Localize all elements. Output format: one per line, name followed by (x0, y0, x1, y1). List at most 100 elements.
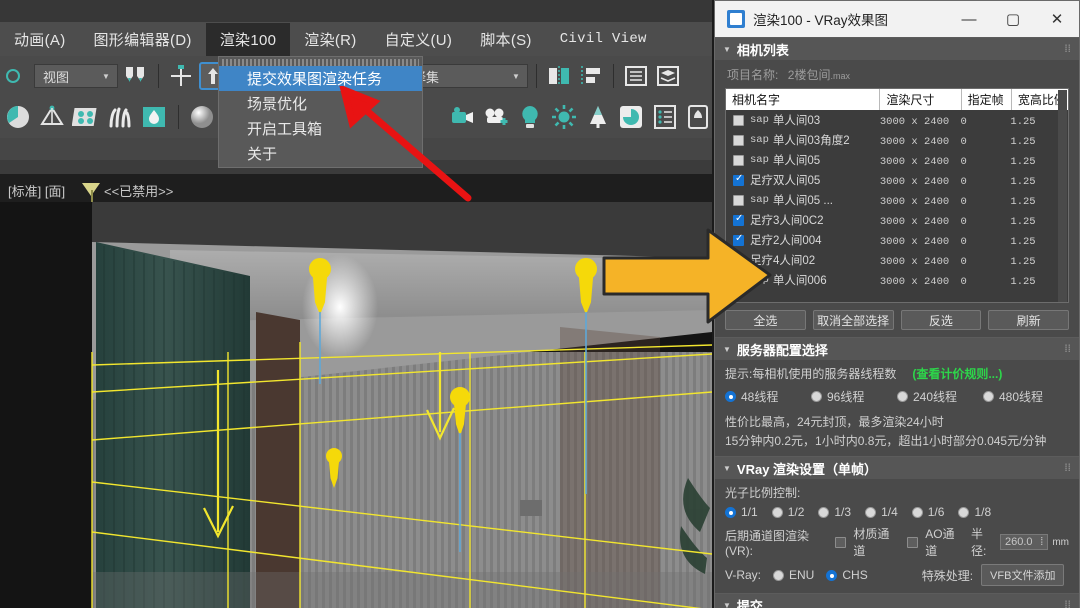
photon-radio[interactable] (725, 506, 736, 518)
photon-option-2[interactable]: 1/3 (818, 505, 851, 519)
vfb-file-add-button[interactable]: VFB文件添加 (981, 564, 1065, 586)
photon-option-1[interactable]: 1/2 (771, 505, 804, 519)
camera-list-buttons[interactable]: 全选 取消全部选择 反选 刷新 (725, 310, 1069, 330)
vray-lang-radio[interactable] (773, 569, 785, 581)
menu-6[interactable]: Civil View (546, 25, 661, 53)
collapse-triangle-icon-2[interactable]: ▼ (723, 345, 731, 354)
select-and-move-icon[interactable] (167, 62, 195, 90)
thread-option-1[interactable]: 96线程 (811, 388, 897, 405)
menu-2[interactable]: 渲染100 (205, 22, 291, 56)
vray-language-options[interactable]: ENU CHS (773, 568, 880, 582)
align-icon[interactable] (577, 62, 605, 90)
chevron-down-icon[interactable]: ▼ (99, 72, 113, 81)
menu-5[interactable]: 脚本(S) (466, 23, 546, 56)
photon-option-5[interactable]: 1/8 (958, 505, 991, 519)
row-checkbox[interactable] (733, 194, 744, 206)
table-row[interactable]: 足疗双人间05 3000 x 2400 0 1.25 (726, 170, 1068, 190)
table-row[interactable]: 足疗4人间02 3000 x 2400 0 1.25 (726, 250, 1068, 270)
maximize-button[interactable]: ▢ (991, 1, 1035, 37)
mirror-icon[interactable] (545, 62, 573, 90)
collapse-triangle-icon-3[interactable]: ▼ (723, 464, 731, 473)
table-row[interactable]: 足疗2人间0043000 x 240001.25 (726, 230, 1068, 250)
close-button[interactable]: ✕ (1035, 1, 1079, 37)
row-checkbox[interactable] (733, 114, 744, 126)
particle-system-icon[interactable] (71, 103, 100, 131)
render-frame-icon[interactable] (617, 103, 645, 131)
row-checkbox[interactable] (733, 154, 744, 166)
photon-radio[interactable] (818, 506, 830, 518)
thread-option-2[interactable]: 240线程 (897, 388, 983, 405)
vray-lang-radio[interactable] (826, 569, 838, 581)
photon-option-4[interactable]: 1/6 (911, 505, 944, 519)
photon-radio[interactable] (771, 506, 783, 518)
thread-option-3[interactable]: 480线程 (983, 388, 1069, 405)
table-row[interactable]: 足疗3人间0C23000 x 240001.25 (726, 210, 1068, 230)
thread-radio[interactable] (725, 391, 736, 402)
photon-radio[interactable] (865, 506, 877, 518)
scene-list-icon[interactable] (651, 103, 679, 131)
camera-target-icon[interactable] (38, 103, 66, 131)
pricing-rules-link[interactable]: (查看计价规则...) (912, 365, 1002, 382)
refresh-button[interactable]: 刷新 (988, 310, 1069, 330)
photon-radio[interactable] (911, 506, 923, 518)
notification-icon[interactable] (684, 103, 712, 131)
deselect-all-button[interactable]: 取消全部选择 (812, 310, 894, 330)
photon-radio[interactable] (958, 506, 970, 518)
vray-lang-option-0[interactable]: ENU (773, 568, 814, 582)
menu-0[interactable]: 动画(A) (0, 23, 80, 56)
thread-radio[interactable] (811, 391, 822, 402)
camera-table[interactable]: 相机名字 渲染尺寸 指定帧 宽高比例 sap 单人间03 3000 x 2400 0 1… (725, 88, 1069, 303)
photon-option-0[interactable]: 1/1 (725, 505, 758, 519)
panel-titlebar[interactable]: 渲染100 - VRay效果图 — ▢ ✕ (715, 1, 1079, 37)
scene-explorer-icon[interactable] (654, 62, 682, 90)
row-render-size: 3000 x 2400 (879, 196, 950, 208)
collapse-triangle-icon[interactable]: ▼ (723, 45, 731, 54)
hair-fur-icon[interactable] (106, 103, 134, 131)
menu-3[interactable]: 渲染(R) (290, 23, 370, 56)
camera-table-scrollbar[interactable] (1058, 90, 1067, 302)
thread-radio[interactable] (897, 391, 908, 402)
select-object-icon[interactable] (2, 62, 30, 90)
spinner-icon[interactable]: ⁞ (1040, 536, 1043, 548)
thread-options[interactable]: 48线程 96线程 240线程 480线程 (725, 388, 1069, 405)
thread-option-0[interactable]: 48线程 (725, 388, 811, 405)
vray-lang-option-1[interactable]: CHS (826, 568, 868, 582)
submit-header[interactable]: ▼ 提交 ⁞⁞ (715, 594, 1079, 608)
table-row[interactable]: sap 单人间05 3000 x 2400 0 1.25 (726, 150, 1068, 170)
table-row[interactable]: sap 单人间05 ... 3000 x 2400 0 1.25 (726, 190, 1068, 210)
row-checkbox[interactable] (733, 173, 744, 186)
radius-input[interactable]: 260.0 ⁞ (999, 534, 1049, 550)
row-checkbox[interactable] (733, 134, 744, 146)
menu-tearoff-handle[interactable] (222, 59, 419, 66)
camera-list-header[interactable]: ▼ 相机列表 ⁞⁞ (715, 38, 1079, 60)
ao-channel-checkbox[interactable] (907, 536, 919, 548)
foliage-icon[interactable] (584, 103, 612, 131)
minimize-button[interactable]: — (947, 1, 991, 37)
collapse-triangle-icon-4[interactable]: ▼ (723, 601, 731, 608)
menu-1[interactable]: 图形编辑器(D) (80, 23, 206, 56)
sunlight-icon[interactable] (550, 103, 578, 131)
view-combo[interactable]: 视图 ▼ (34, 64, 118, 88)
photon-option-3[interactable]: 1/4 (865, 505, 898, 519)
omni-light-icon[interactable] (517, 103, 545, 131)
thread-radio[interactable] (983, 391, 994, 402)
chevron-down-icon-2[interactable]: ▼ (509, 72, 523, 81)
select-and-link-icon[interactable] (122, 62, 150, 90)
invert-selection-button[interactable]: 反选 (900, 310, 982, 330)
table-row[interactable]: sap单人间0063000 x 240001.25 (726, 270, 1068, 290)
material-channel-checkbox[interactable] (835, 536, 847, 548)
vray-settings-header[interactable]: ▼ VRay 渲染设置（单帧） ⁞⁞ (715, 457, 1079, 479)
material-sphere-icon[interactable] (189, 103, 217, 131)
photon-ratio-options[interactable]: 1/1 1/2 1/3 1/4 1/6 1/8 (725, 505, 1069, 519)
server-config-header[interactable]: ▼ 服务器配置选择 ⁞⁞ (715, 338, 1079, 360)
add-camera-icon[interactable] (483, 103, 511, 131)
menu-bar[interactable]: 动画(A) 图形编辑器(D) 渲染100 渲染(R) 自定义(U) 脚本(S) Civil … (0, 22, 712, 56)
sphere-primitive-icon[interactable] (4, 103, 32, 131)
camera-table-body[interactable]: sap 单人间03 3000 x 2400 0 1.25 sap 单人间03角度2 3000 … (726, 110, 1068, 290)
fire-effect-icon[interactable] (140, 103, 168, 131)
vray-settings-body: 光子比例控制: 1/1 1/2 1/3 1/4 1/6 1/8 后期通道图渲染(VR): … (715, 479, 1079, 593)
table-row[interactable]: sap 单人间03 3000 x 2400 0 1.25 (726, 110, 1068, 130)
table-row[interactable]: sap 单人间03角度2 3000 x 2400 0 1.25 (726, 130, 1068, 150)
menu-4[interactable]: 自定义(U) (371, 23, 467, 56)
layer-manager-icon[interactable] (622, 62, 650, 90)
